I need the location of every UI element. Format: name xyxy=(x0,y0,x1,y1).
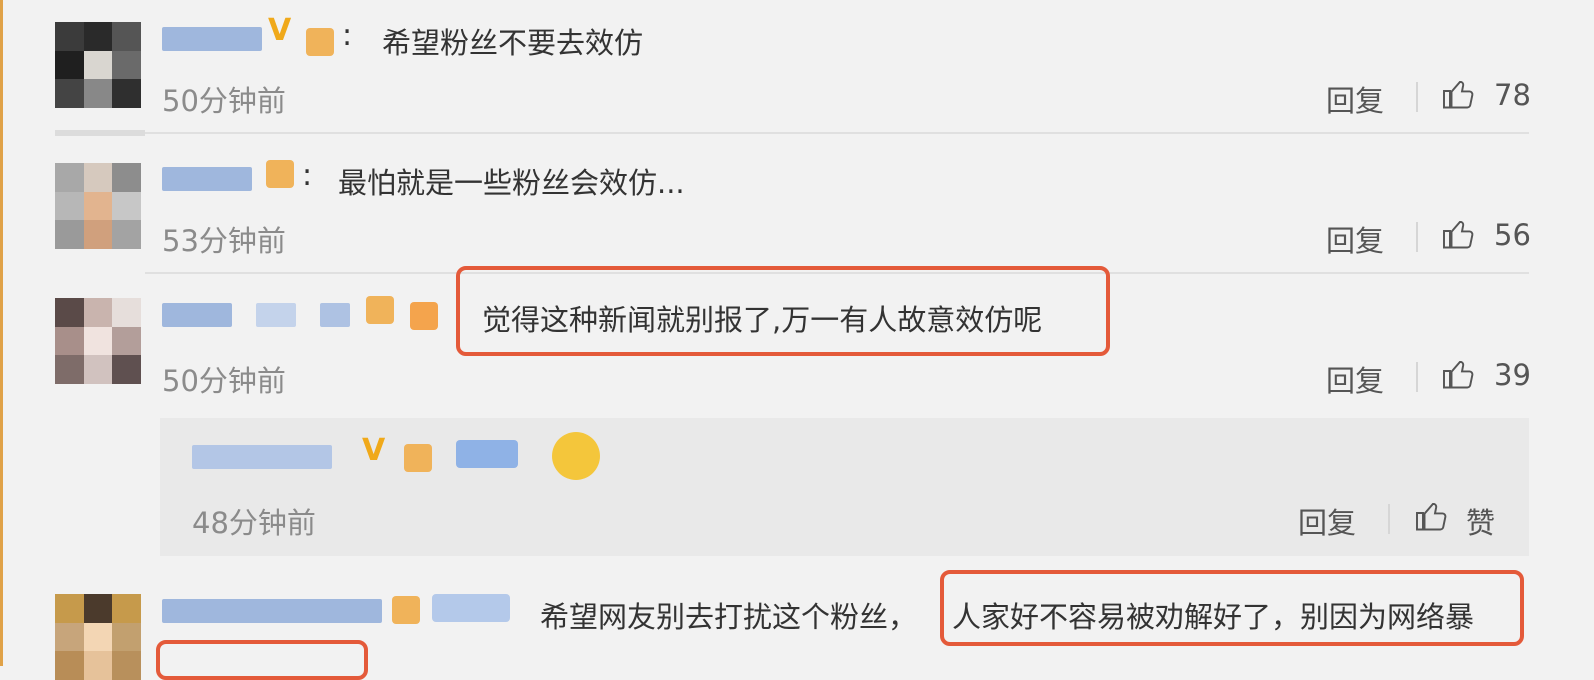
divider xyxy=(1416,82,1418,112)
medal-icon xyxy=(306,28,334,56)
divider xyxy=(1388,504,1390,534)
reply-button[interactable]: 回复 xyxy=(1326,218,1384,260)
timestamp: 48分钟前 xyxy=(192,506,316,540)
timestamp: 53分钟前 xyxy=(162,224,286,258)
crying-emoji-icon xyxy=(552,432,600,480)
comment-text: 希望网友别去打扰这个粉丝， xyxy=(540,600,918,634)
thumbs-up-icon[interactable] xyxy=(1441,216,1477,252)
reply-button[interactable]: 回复 xyxy=(1298,500,1356,542)
like-count: 56 xyxy=(1494,218,1531,252)
thumbs-up-icon[interactable] xyxy=(1441,76,1477,112)
divider xyxy=(1416,362,1418,392)
username[interactable] xyxy=(162,594,382,628)
divider xyxy=(1416,222,1418,252)
like-label[interactable]: 赞 xyxy=(1466,500,1495,542)
reply-button[interactable]: 回复 xyxy=(1326,358,1384,400)
avatar[interactable] xyxy=(55,594,141,680)
medal-icon xyxy=(392,596,420,624)
thumbs-up-icon[interactable] xyxy=(1441,356,1477,392)
reply-button[interactable]: 回复 xyxy=(1326,78,1384,120)
like-count: 39 xyxy=(1494,358,1531,392)
like-count: 78 xyxy=(1494,78,1531,112)
colon: : xyxy=(342,18,353,53)
divider-line xyxy=(145,132,1529,134)
level-badge-icon xyxy=(456,440,518,468)
timestamp: 50分钟前 xyxy=(162,84,286,118)
timestamp: 50分钟前 xyxy=(162,364,286,398)
section-divider xyxy=(55,130,145,136)
medal-icon xyxy=(404,444,432,472)
avatar[interactable] xyxy=(55,163,141,249)
left-accent-rule xyxy=(0,0,3,666)
verified-v-icon: V xyxy=(362,433,386,468)
medal-icon xyxy=(410,302,438,330)
medal-icon xyxy=(366,296,394,324)
username[interactable] xyxy=(162,162,252,196)
medal-icon xyxy=(266,160,294,188)
level-badge-icon xyxy=(432,594,510,622)
comment-text: 觉得这种新闻就别报了,万一有人故意效仿呢 xyxy=(482,303,1043,337)
thumbs-up-icon[interactable] xyxy=(1414,498,1450,534)
avatar[interactable] xyxy=(55,298,141,384)
username[interactable] xyxy=(192,440,332,474)
highlight-box xyxy=(156,640,368,680)
comment-text: 最怕就是一些粉丝会效仿... xyxy=(338,166,685,200)
username[interactable] xyxy=(162,22,262,56)
username[interactable] xyxy=(162,298,350,332)
comment-text: 希望粉丝不要去效仿 xyxy=(382,26,644,60)
comment-text-highlighted: 人家好不容易被劝解好了，别因为网络暴 xyxy=(952,600,1475,634)
avatar[interactable] xyxy=(55,22,141,108)
verified-v-icon: V xyxy=(268,13,292,48)
colon: : xyxy=(302,158,313,193)
